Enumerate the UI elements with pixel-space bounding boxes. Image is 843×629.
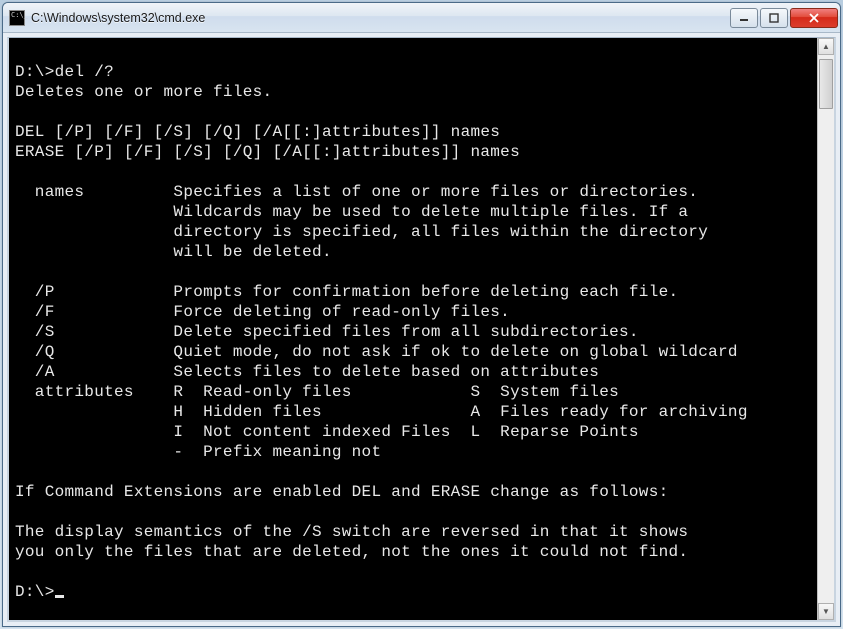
cmd-icon [9,10,25,26]
window-controls [728,8,838,28]
maximize-button[interactable] [760,8,788,28]
terminal-output[interactable]: D:\>del /? Deletes one or more files. DE… [9,38,817,620]
vertical-scrollbar[interactable]: ▲ ▼ [817,38,834,620]
minimize-icon [739,13,749,23]
minimize-button[interactable] [730,8,758,28]
scroll-up-button[interactable]: ▲ [818,38,834,55]
scroll-track[interactable] [818,55,834,603]
scroll-thumb[interactable] [819,59,833,109]
maximize-icon [769,13,779,23]
client-area: D:\>del /? Deletes one or more files. DE… [7,37,836,622]
prompt: D:\> [15,583,55,601]
close-icon [808,13,820,23]
scroll-down-button[interactable]: ▼ [818,603,834,620]
window-title: C:\Windows\system32\cmd.exe [31,11,722,25]
titlebar[interactable]: C:\Windows\system32\cmd.exe [3,3,840,33]
cursor [55,595,64,598]
close-button[interactable] [790,8,838,28]
cmd-window: C:\Windows\system32\cmd.exe D:\>del /? D… [2,2,841,627]
